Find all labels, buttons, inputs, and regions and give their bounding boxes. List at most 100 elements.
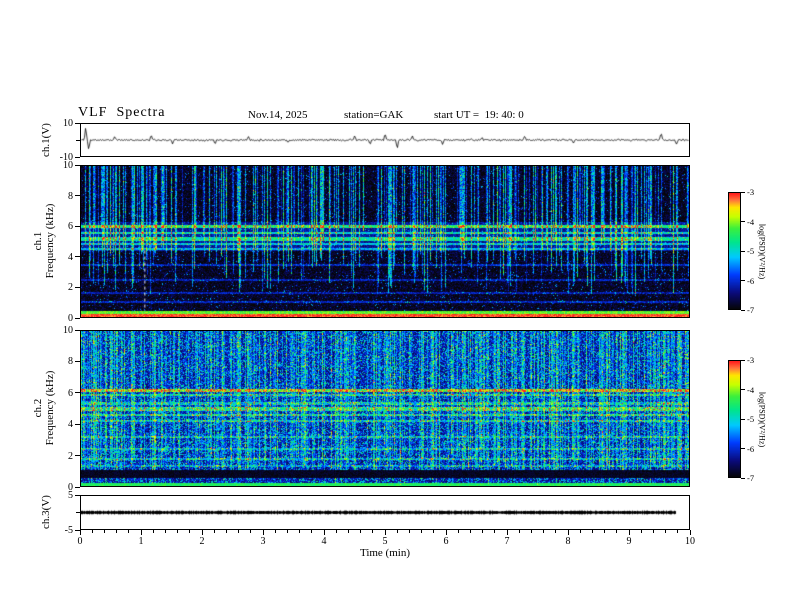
ch1-waveform-canvas — [81, 124, 689, 156]
colorbar-tick-label: -6 — [747, 443, 755, 454]
tick-mark — [494, 530, 496, 533]
tick-mark — [225, 530, 227, 533]
ch3-waveform-panel — [80, 495, 690, 530]
tick-mark — [652, 530, 654, 533]
x-tick-label: 9 — [626, 536, 632, 547]
ch1-axis-frequency-label: Frequency (kHz) — [44, 203, 56, 279]
x-tick-label: 0 — [77, 536, 83, 547]
tick-mark — [76, 512, 80, 513]
date-label: Nov.14, 2025 — [248, 109, 308, 121]
tick-mark — [75, 329, 80, 331]
tick-mark — [75, 195, 80, 197]
tick-mark — [555, 530, 557, 533]
ch3-waveform-canvas — [81, 496, 689, 529]
ch1-axis-channel-label: ch.1 — [32, 231, 44, 251]
tick-mark — [75, 392, 80, 394]
tick-mark — [311, 530, 313, 533]
tick-mark — [408, 530, 410, 533]
tick-label: 6 — [68, 221, 73, 233]
ch2-spectrogram-panel — [80, 330, 690, 487]
colorbar-tick-label: -3 — [747, 355, 755, 365]
tick-mark — [201, 530, 203, 535]
tick-mark — [75, 164, 80, 166]
tick-mark — [741, 309, 745, 311]
ch1-frequency-axis-label: ch.1 Frequency (kHz) — [32, 161, 56, 321]
tick-mark — [76, 139, 80, 141]
colorbar-tick-label: -5 — [747, 414, 755, 424]
tick-mark — [741, 359, 745, 361]
tick-mark — [518, 530, 520, 533]
colorbar-tick-label: -7 — [747, 305, 755, 315]
x-tick-label: 5 — [382, 536, 388, 547]
tick-mark — [323, 530, 325, 535]
tick-mark — [567, 530, 569, 535]
tick-mark — [128, 530, 130, 533]
ch1-spectrogram-panel — [80, 165, 690, 318]
x-tick-label: 6 — [443, 536, 449, 547]
tick-mark — [741, 477, 745, 479]
tick-label: 2 — [68, 282, 73, 294]
tick-mark — [689, 530, 691, 535]
tick-mark — [741, 389, 745, 390]
tick-mark — [506, 530, 508, 535]
ch2-axis-channel-label: ch.2 — [32, 398, 44, 418]
tick-mark — [238, 530, 240, 533]
tick-label: 2 — [68, 450, 73, 462]
tick-mark — [579, 530, 581, 533]
tick-mark — [741, 280, 745, 281]
tick-label: 10 — [63, 118, 73, 129]
colorbar-tick-label: -7 — [747, 473, 755, 483]
colorbar-tick-label: -4 — [747, 216, 755, 227]
tick-mark — [628, 530, 630, 535]
tick-mark — [75, 423, 80, 425]
time-axis-label: Time (min) — [359, 547, 410, 559]
tick-mark — [79, 530, 81, 535]
tick-mark — [530, 530, 532, 533]
tick-mark — [75, 256, 80, 258]
ch1-spectrogram-canvas — [81, 166, 689, 317]
tick-label: 10 — [63, 160, 73, 171]
tick-label: 8 — [68, 356, 73, 368]
tick-mark — [262, 530, 264, 535]
start-ut-label: start UT = 19: 40: 0 — [434, 109, 524, 121]
colorbar-ch1 — [728, 192, 741, 310]
tick-mark — [591, 530, 593, 533]
tick-mark — [335, 530, 337, 533]
colorbar-tick-label: -5 — [747, 246, 755, 256]
tick-mark — [347, 530, 349, 533]
x-tick-label: 4 — [321, 536, 327, 547]
tick-mark — [91, 530, 93, 533]
x-tick-label: 7 — [504, 536, 510, 547]
tick-mark — [75, 286, 80, 288]
ch1-waveform-panel — [80, 123, 690, 157]
tick-mark — [741, 448, 745, 449]
tick-mark — [640, 530, 642, 533]
x-tick-label: 8 — [565, 536, 571, 547]
tick-mark — [103, 530, 105, 533]
tick-mark — [372, 530, 374, 533]
x-tick-label: 1 — [138, 536, 144, 547]
tick-mark — [75, 494, 80, 496]
tick-mark — [274, 530, 276, 533]
x-tick-label: 10 — [685, 536, 695, 547]
colorbar-tick-label: -3 — [747, 187, 755, 197]
tick-mark — [543, 530, 545, 533]
tick-mark — [75, 486, 80, 488]
tick-mark — [433, 530, 435, 533]
colorbar-ch1-canvas — [729, 193, 740, 309]
tick-mark — [604, 530, 606, 533]
tick-mark — [177, 530, 179, 533]
tick-label: 6 — [68, 387, 73, 399]
tick-mark — [75, 455, 80, 457]
tick-mark — [457, 530, 459, 533]
tick-mark — [665, 530, 667, 533]
tick-mark — [75, 225, 80, 227]
tick-mark — [616, 530, 618, 533]
colorbar-ch2 — [728, 360, 741, 478]
tick-mark — [482, 530, 484, 533]
tick-mark — [250, 530, 252, 533]
tick-label: 8 — [68, 190, 73, 202]
x-tick-label: 2 — [199, 536, 205, 547]
tick-mark — [152, 530, 154, 533]
tick-mark — [164, 530, 166, 533]
